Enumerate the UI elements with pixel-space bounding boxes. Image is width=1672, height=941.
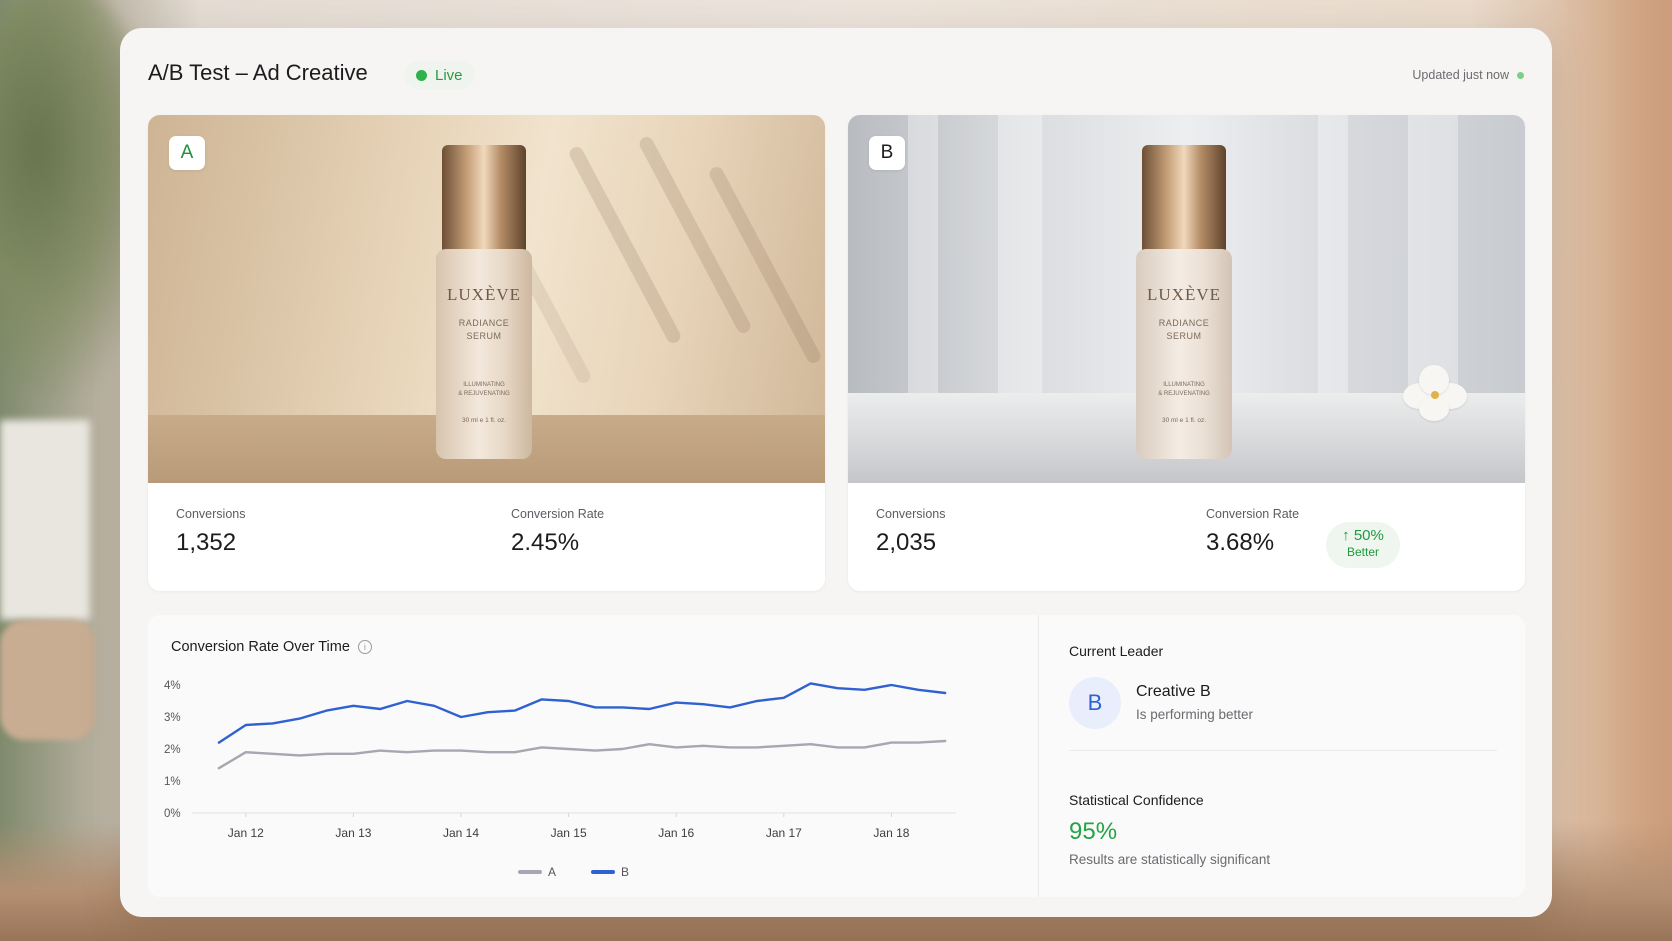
conversion-rate-label: Conversion Rate <box>1206 507 1300 521</box>
current-leader-title: Current Leader <box>1069 643 1164 659</box>
bottle-cap <box>442 145 526 251</box>
bottle-label: LUXÈVE RADIANCE SERUM ILLUMINATING & REJUV… <box>1136 249 1232 459</box>
product-size: 30 ml e 1 fl. oz. <box>1161 417 1207 424</box>
leader-description: Is performing better <box>1136 707 1254 722</box>
y-tick-label: 3% <box>164 712 181 724</box>
uplift-value: 50% <box>1353 527 1384 544</box>
product-tagline: ILLUMINATING & REJUVENATING <box>436 343 532 399</box>
vertical-divider <box>1038 615 1039 897</box>
status-label: Live <box>435 66 463 84</box>
x-tick-label: Jan 13 <box>335 826 371 840</box>
x-tick-label: Jan 15 <box>551 826 587 840</box>
uplift-badge: ↑ 50% Better <box>1326 522 1400 568</box>
conversion-rate-value: 3.68% <box>1206 529 1275 556</box>
last-updated: Updated just now <box>1412 68 1524 82</box>
product-line2: SERUM <box>1166 331 1202 341</box>
variant-badge-a: A <box>169 136 205 170</box>
confidence-description: Results are statistically significant <box>1069 852 1271 867</box>
flower-center <box>1431 391 1439 399</box>
product-line1: RADIANCE <box>1158 318 1210 328</box>
serum-bottle: LUXÈVE RADIANCE SERUM ILLUMINATING & REJUV… <box>434 145 534 459</box>
arrow-up-icon: ↑ <box>1342 527 1350 544</box>
status-dot-icon <box>416 69 427 81</box>
series-line-a <box>217 739 947 770</box>
product-brand: LUXÈVE <box>447 285 521 304</box>
leader-name: Creative B <box>1136 683 1211 700</box>
variant-card-b[interactable]: LUXÈVE RADIANCE SERUM ILLUMINATING & REJUV… <box>848 115 1525 591</box>
uplift-label: Better <box>1346 545 1379 559</box>
x-tick-label: Jan 12 <box>228 826 264 840</box>
conversions-label: Conversions <box>876 507 946 521</box>
conversion-rate-chart: 0% 1% 2% 3% 4% Jan 12 Jan 13 Jan 14 Jan 15 Jan 16… <box>164 680 956 879</box>
product-brand: LUXÈVE <box>1147 285 1221 304</box>
confidence-title: Statistical Confidence <box>1069 792 1204 808</box>
variant-card-a[interactable]: LUXÈVE RADIANCE SERUM ILLUMINATING & REJUV… <box>148 115 825 591</box>
bottle-label: LUXÈVE RADIANCE SERUM ILLUMINATING & REJUV… <box>436 249 532 459</box>
horizontal-divider <box>1069 750 1497 751</box>
background-vase <box>0 420 90 620</box>
product-size: 30 ml e 1 fl. oz. <box>461 417 507 424</box>
series-line-b <box>217 682 947 744</box>
curtain-fold <box>1318 115 1348 415</box>
product-line4: & REJUVENATING <box>1158 391 1210 397</box>
serum-bottle: LUXÈVE RADIANCE SERUM ILLUMINATING & REJUV… <box>1134 145 1234 459</box>
bottle-cap <box>1142 145 1226 251</box>
confidence-value: 95% <box>1069 818 1118 845</box>
curtain-fold <box>998 115 1042 415</box>
y-tick-label: 4% <box>164 680 181 692</box>
x-tick-label: Jan 17 <box>766 826 802 840</box>
curtain-fold <box>908 115 938 415</box>
product-line2: SERUM <box>466 331 502 341</box>
background-window-light <box>1552 0 1672 941</box>
page-title: A/B Test – Ad Creative <box>148 60 368 85</box>
x-tick-label: Jan 16 <box>658 826 694 840</box>
results-card: Conversion Rate Over Time i 0% 1% 2% 3% 4% Ja… <box>148 615 1525 897</box>
chart-title: Conversion Rate Over Time <box>171 639 350 655</box>
product-name: RADIANCE SERUM <box>1136 305 1232 343</box>
y-tick-label: 0% <box>164 808 181 820</box>
ab-test-dashboard: A/B Test – Ad Creative Live Updated just… <box>120 28 1552 917</box>
updated-dot-icon <box>1517 71 1524 79</box>
status-badge: Live <box>404 61 475 89</box>
product-line1: RADIANCE <box>458 318 510 328</box>
chart-header: Conversion Rate Over Time i <box>171 639 372 655</box>
petal <box>1419 397 1449 421</box>
conversions-value: 1,352 <box>176 529 237 556</box>
background-stone <box>0 620 95 740</box>
product-line3: ILLUMINATING <box>1163 382 1205 388</box>
y-tick-label: 1% <box>164 776 181 788</box>
x-tick-label: Jan 14 <box>443 826 479 840</box>
conversion-rate-label: Conversion Rate <box>511 507 605 521</box>
product-name: RADIANCE SERUM <box>436 305 532 343</box>
creative-image-b: LUXÈVE RADIANCE SERUM ILLUMINATING & REJUV… <box>848 115 1525 483</box>
product-line3: ILLUMINATING <box>463 382 505 388</box>
creative-image-a: LUXÈVE RADIANCE SERUM ILLUMINATING & REJUV… <box>148 115 825 483</box>
x-tick-label: Jan 18 <box>873 826 909 840</box>
leader-avatar: B <box>1069 677 1121 729</box>
conversion-rate-value: 2.45% <box>511 529 580 556</box>
y-tick-label: 2% <box>164 744 181 756</box>
leaf-shadow <box>707 164 823 366</box>
orchid-flower <box>1403 365 1473 425</box>
product-tagline: ILLUMINATING & REJUVENATING <box>1136 343 1232 399</box>
conversions-label: Conversions <box>176 507 246 521</box>
product-line4: & REJUVENATING <box>458 391 510 397</box>
updated-label: Updated just now <box>1412 68 1509 82</box>
legend-label-b: B <box>621 865 629 879</box>
variant-badge-b: B <box>869 136 905 170</box>
info-icon[interactable]: i <box>357 640 372 654</box>
uplift-row: ↑ 50% <box>1326 527 1400 544</box>
conversions-value: 2,035 <box>876 529 937 556</box>
legend-label-a: A <box>548 865 556 879</box>
